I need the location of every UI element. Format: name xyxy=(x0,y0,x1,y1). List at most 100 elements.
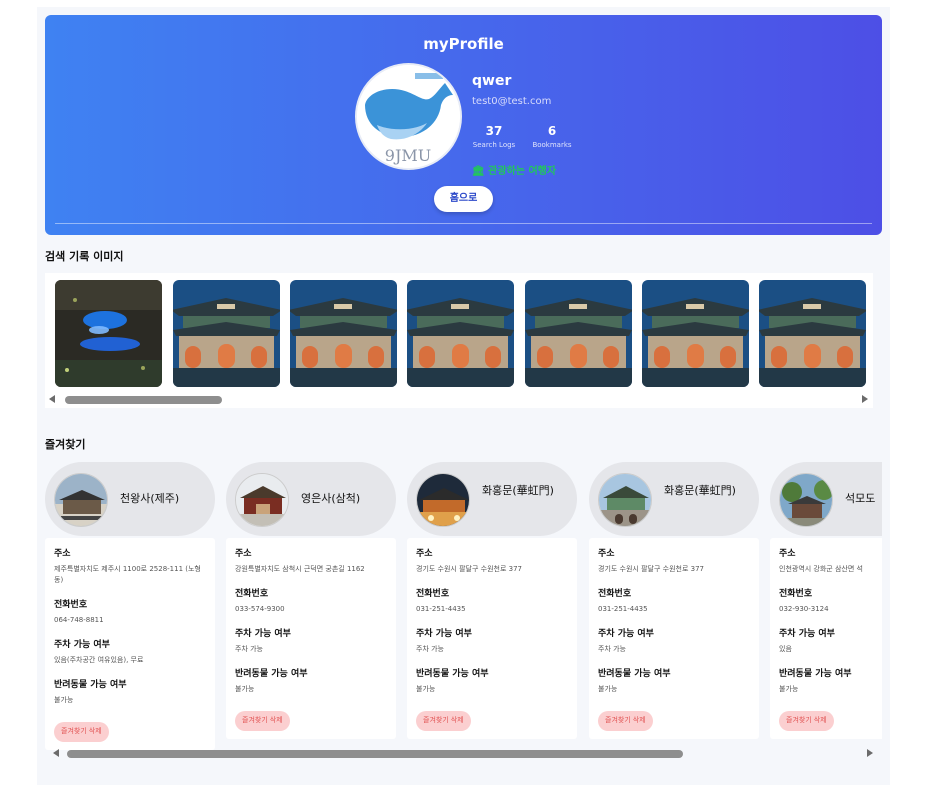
address-value: 경기도 수원시 팔달구 수원천로 377 xyxy=(598,565,704,573)
stat-value: 6 xyxy=(547,124,557,138)
parking-label: 주차 가능 여부 xyxy=(54,640,110,650)
pets-value: 불가능 xyxy=(779,685,799,693)
phone-label: 전화번호 xyxy=(235,589,269,599)
place-photo xyxy=(779,473,833,527)
scroll-left-icon[interactable] xyxy=(53,749,59,757)
address-value: 제주특별자치도 제주시 1100로 2528-111 (노형동) xyxy=(54,565,201,584)
phone-value: 064-748-8811 xyxy=(54,616,104,624)
phone-label: 전화번호 xyxy=(416,589,450,599)
place-name: 천왕사(제주) xyxy=(120,492,180,505)
bookmark-details: 주소 인천광역시 강화군 삼산면 석 전화번호 032-930-3124 주차 … xyxy=(770,538,882,739)
stat-value: 37 xyxy=(485,124,503,138)
pets-label: 반려동물 가능 여부 xyxy=(779,669,852,679)
bookmark-details: 주소 경기도 수원시 팔달구 수원천로 377 전화번호 031-251-443… xyxy=(407,538,577,739)
phone-value: 031-251-4435 xyxy=(598,605,648,613)
traveler-badge: 🏛 관광하는 여행자 xyxy=(472,166,557,177)
user-email: test0@test.com xyxy=(472,96,552,107)
place-name: 영은사(삼척) xyxy=(301,492,361,505)
phone-value: 032-930-3124 xyxy=(779,605,829,613)
address-value: 인천광역시 강화군 삼산면 석 xyxy=(779,565,863,573)
pets-label: 반려동물 가능 여부 xyxy=(598,669,671,679)
bookmark-details: 주소 강원특별자치도 삼척시 근덕면 궁촌길 1162 전화번호 033-574… xyxy=(226,538,396,739)
place-name: 화홍문(華虹門) xyxy=(664,484,736,497)
address-value: 강원특별자치도 삼척시 근덕면 궁촌길 1162 xyxy=(235,565,365,573)
bookmark-header: 천왕사(제주) xyxy=(45,462,215,536)
bookmark-header: 화홍문(華虹門) xyxy=(589,462,759,536)
parking-value: 주차 가능 xyxy=(235,645,263,653)
bookmark-header: 영은사(삼척) xyxy=(226,462,396,536)
cave-photo xyxy=(55,280,162,387)
palace-gate-photo xyxy=(759,280,866,387)
place-photo xyxy=(416,473,470,527)
phone-label: 전화번호 xyxy=(598,589,632,599)
delete-bookmark-button[interactable]: 즐겨찾기 삭제 xyxy=(235,711,290,731)
parking-label: 주차 가능 여부 xyxy=(235,629,291,639)
place-photo xyxy=(54,473,108,527)
search-image-strip xyxy=(45,273,873,408)
palace-gate-photo xyxy=(173,280,280,387)
address-label: 주소 xyxy=(54,549,71,559)
parking-label: 주차 가능 여부 xyxy=(416,629,472,639)
scroll-left-icon[interactable] xyxy=(49,395,55,403)
search-image-thumb[interactable] xyxy=(407,280,514,387)
pets-label: 반려동물 가능 여부 xyxy=(235,669,308,679)
stat-label: Search Logs xyxy=(472,141,516,149)
bookmark-details: 주소 제주특별자치도 제주시 1100로 2528-111 (노형동) 전화번호… xyxy=(45,538,215,750)
place-photo xyxy=(598,473,652,527)
parking-value: 주차 가능 xyxy=(416,645,444,653)
stat-bookmarks: 6 Bookmarks xyxy=(522,124,582,149)
scrollbar-thumb[interactable] xyxy=(67,750,683,758)
phone-value: 033-574-9300 xyxy=(235,605,285,613)
pets-value: 불가능 xyxy=(235,685,255,693)
avatar: 9JMU xyxy=(355,63,462,170)
scroll-right-icon[interactable] xyxy=(867,749,873,757)
profile-page: myProfile 9JMU qwer test0@test.com 37 Se… xyxy=(37,7,890,785)
pets-value: 불가능 xyxy=(416,685,436,693)
delete-bookmark-button[interactable]: 즐겨찾기 삭제 xyxy=(779,711,834,731)
bookmark-details: 주소 경기도 수원시 팔달구 수원천로 377 전화번호 031-251-443… xyxy=(589,538,759,739)
address-label: 주소 xyxy=(235,549,252,559)
bookmark-strip: 천왕사(제주) 주소 제주특별자치도 제주시 1100로 2528-111 (노… xyxy=(45,462,882,762)
stat-search-logs: 37 Search Logs xyxy=(464,124,524,149)
search-image-thumb[interactable] xyxy=(759,280,866,387)
address-label: 주소 xyxy=(416,549,433,559)
scrollbar-thumb[interactable] xyxy=(65,396,222,404)
home-button[interactable]: 홈으로 xyxy=(434,186,493,212)
search-image-thumb[interactable] xyxy=(525,280,632,387)
pets-label: 반려동물 가능 여부 xyxy=(416,669,489,679)
phone-value: 031-251-4435 xyxy=(416,605,466,613)
pets-value: 불가능 xyxy=(598,685,618,693)
user-name: qwer xyxy=(472,73,512,89)
palace-gate-photo xyxy=(407,280,514,387)
delete-bookmark-button[interactable]: 즐겨찾기 삭제 xyxy=(54,722,109,742)
address-value: 경기도 수원시 팔달구 수원천로 377 xyxy=(416,565,522,573)
address-label: 주소 xyxy=(779,549,796,559)
address-label: 주소 xyxy=(598,549,615,559)
bookmark-header: 화홍문(華虹門) xyxy=(407,462,577,536)
image-scrollbar[interactable] xyxy=(45,393,873,405)
delete-bookmark-button[interactable]: 즐겨찾기 삭제 xyxy=(598,711,653,731)
place-name: 석모도 xyxy=(845,492,876,505)
bookmark-scrollbar[interactable] xyxy=(45,747,882,759)
pets-value: 불가능 xyxy=(54,696,74,704)
parking-value: 주차 가능 xyxy=(598,645,626,653)
parking-label: 주차 가능 여부 xyxy=(779,629,835,639)
parking-value: 있음(주차공간 여유있음), 무료 xyxy=(54,656,144,664)
search-image-thumb[interactable] xyxy=(173,280,280,387)
phone-label: 전화번호 xyxy=(779,589,813,599)
svg-text:9JMU: 9JMU xyxy=(385,146,431,165)
phone-label: 전화번호 xyxy=(54,600,88,610)
parking-label: 주차 가능 여부 xyxy=(598,629,654,639)
parking-value: 있음 xyxy=(779,645,792,653)
search-image-thumb[interactable] xyxy=(290,280,397,387)
search-image-thumb[interactable] xyxy=(642,280,749,387)
profile-header: myProfile 9JMU qwer test0@test.com 37 Se… xyxy=(45,15,882,235)
pets-label: 반려동물 가능 여부 xyxy=(54,680,127,690)
palace-gate-photo xyxy=(525,280,632,387)
search-image-thumb[interactable] xyxy=(55,280,162,387)
palace-gate-photo xyxy=(290,280,397,387)
palace-gate-photo xyxy=(642,280,749,387)
scroll-right-icon[interactable] xyxy=(862,395,868,403)
delete-bookmark-button[interactable]: 즐겨찾기 삭제 xyxy=(416,711,471,731)
divider xyxy=(55,223,872,224)
